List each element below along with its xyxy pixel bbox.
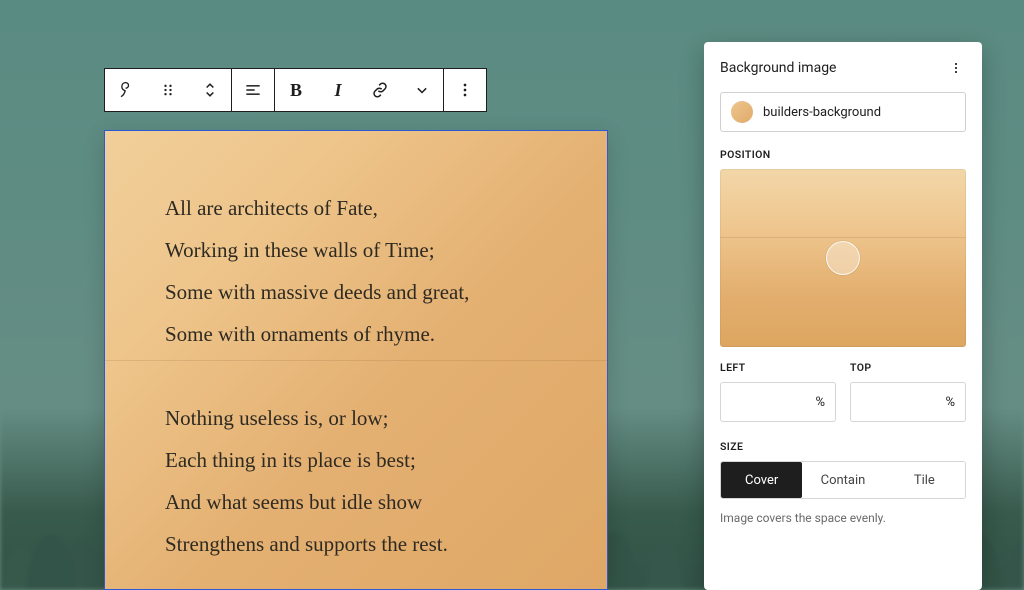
panel-title: Background image [720,60,836,76]
position-label: POSITION [720,148,966,161]
panel-menu-icon[interactable] [946,58,966,78]
size-option-cover[interactable]: Cover [721,462,802,498]
more-formatting-chevron-icon[interactable] [401,69,443,111]
block-toolbar: B I [104,68,487,112]
size-option-tile[interactable]: Tile [884,462,965,498]
top-input[interactable] [861,395,939,410]
poem-line: Working in these walls of Time; [165,229,549,271]
left-input-wrapper[interactable]: % [720,382,836,422]
align-button[interactable] [232,69,274,111]
more-options-icon[interactable] [444,69,486,111]
left-label: LEFT [720,361,836,374]
drag-handle-icon[interactable] [147,69,189,111]
stanza-gap [165,355,549,397]
size-label: SIZE [720,440,966,453]
image-swatch [731,101,753,123]
poem-line: And what seems but idle show [165,481,549,523]
poem-line: Nothing useless is, or low; [165,397,549,439]
top-input-wrapper[interactable]: % [850,382,966,422]
bold-button[interactable]: B [275,69,317,111]
link-button[interactable] [359,69,401,111]
size-help-text: Image covers the space evenly. [720,511,966,525]
top-unit: % [945,395,955,410]
cover-block[interactable]: All are architects of Fate, Working in t… [104,130,608,590]
left-unit: % [815,395,825,410]
focal-point-handle[interactable] [826,241,860,275]
background-image-panel: Background image builders-background POS… [704,42,982,590]
top-label: TOP [850,361,966,374]
size-segmented-control: Cover Contain Tile [720,461,966,499]
poem-line: Some with massive deeds and great, [165,271,549,313]
focal-point-picker[interactable] [720,169,966,347]
image-name: builders-background [763,105,881,120]
size-option-contain[interactable]: Contain [802,462,883,498]
italic-button[interactable]: I [317,69,359,111]
poem-line: All are architects of Fate, [165,187,549,229]
poem-line: Each thing in its place is best; [165,439,549,481]
move-up-down-icon[interactable] [189,69,231,111]
block-type-icon[interactable] [105,69,147,111]
background-image-selector[interactable]: builders-background [720,92,966,132]
poem-line: Some with ornaments of rhyme. [165,313,549,355]
poem-line: Strengthens and supports the rest. [165,523,549,565]
left-input[interactable] [731,395,809,410]
